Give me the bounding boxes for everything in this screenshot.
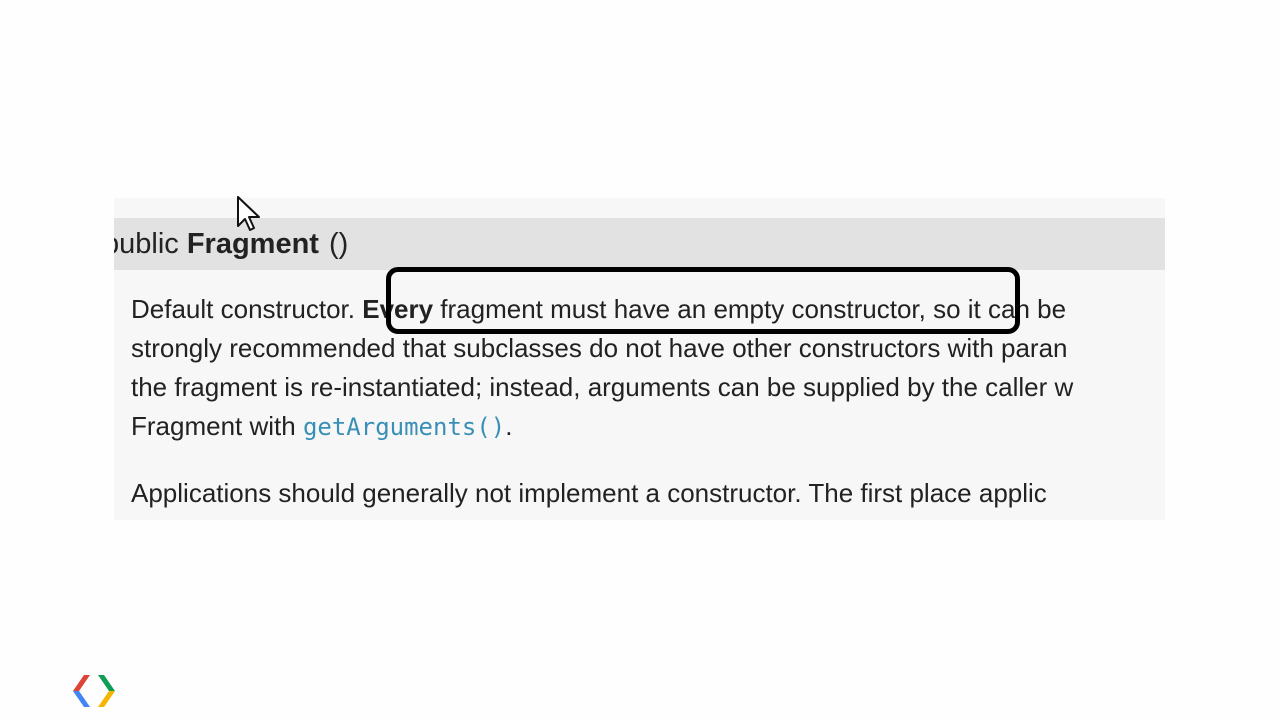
- google-developers-logo: [73, 675, 115, 707]
- paragraph-line: Applications should generally not implem…: [131, 478, 1047, 508]
- applications-paragraph: Applications should generally not implem…: [131, 474, 1047, 513]
- text-run: Default constructor.: [131, 294, 363, 324]
- text-run: .: [505, 411, 513, 441]
- doc-screenshot: public Fragment() Default constructor. E…: [114, 198, 1165, 520]
- signature-parens: (): [328, 228, 349, 260]
- highlight-box: [386, 267, 1020, 334]
- signature-method-name: Fragment: [186, 228, 319, 260]
- method-signature: public Fragment (): [114, 227, 348, 261]
- paragraph-line: Fragment with getArguments().: [131, 407, 1073, 446]
- paragraph-line: the fragment is re-instantiated; instead…: [131, 372, 1074, 402]
- get-arguments-link[interactable]: getArguments(): [303, 413, 505, 441]
- mouse-pointer-icon: [237, 196, 260, 231]
- signature-prefix: public: [114, 228, 179, 260]
- text-run: Fragment with: [131, 411, 303, 441]
- paragraph-line: strongly recommended that subclasses do …: [131, 333, 1068, 363]
- slide: public Fragment() Default constructor. E…: [0, 0, 1280, 720]
